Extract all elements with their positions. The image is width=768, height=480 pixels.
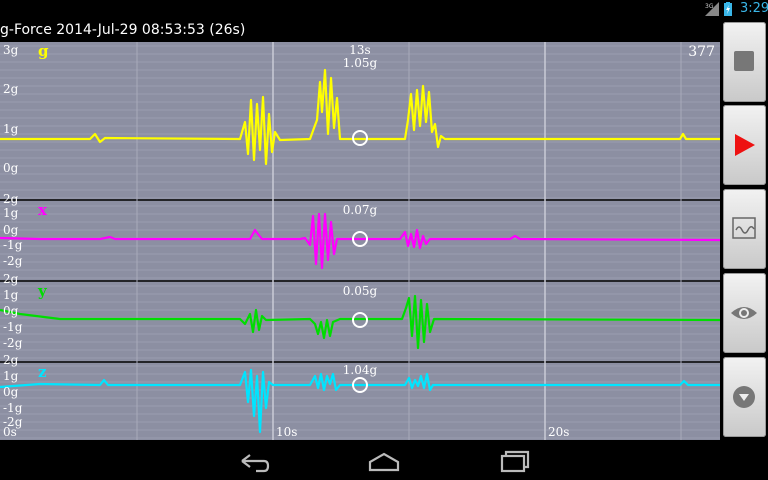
play-icon	[735, 134, 755, 156]
time-label-20s: 20s	[548, 425, 569, 439]
y-trace	[0, 294, 720, 350]
z-label: z	[38, 363, 47, 381]
chevron-down-circle-icon	[733, 386, 755, 408]
status-bar: 3G 3:29	[0, 0, 768, 19]
z-trace	[0, 368, 720, 434]
z-tick-m1: -1g	[3, 401, 23, 415]
z-value: 1.04g	[343, 363, 378, 377]
home-icon[interactable]	[360, 446, 408, 476]
battery-charging-icon	[724, 2, 732, 16]
gforce-plot[interactable]: 377 13s 3g 2g 1g 0g g 1.05g 2g 1g 0g -1g…	[0, 42, 720, 440]
y-value: 0.05g	[343, 284, 378, 298]
waveform-button[interactable]	[723, 189, 766, 269]
g-tick-3: 3g	[3, 43, 19, 57]
x-tick-2: 2g	[3, 192, 19, 206]
stop-button[interactable]	[723, 22, 766, 102]
y-tick-1: 1g	[3, 288, 19, 302]
plot-canvas: 377 13s 3g 2g 1g 0g g 1.05g 2g 1g 0g -1g…	[0, 42, 720, 440]
g-label: g	[38, 42, 49, 60]
x-tick-0: 0g	[3, 223, 19, 237]
eye-icon	[731, 307, 757, 319]
x-tick-m1: -1g	[3, 238, 23, 252]
g-value: 1.05g	[343, 56, 378, 70]
recording-title: g-Force 2014-Jul-29 08:53:53 (26s)	[0, 22, 246, 38]
menu-button[interactable]	[723, 357, 766, 437]
back-icon[interactable]	[230, 446, 278, 476]
x-value: 0.07g	[343, 203, 378, 217]
stop-icon	[734, 51, 754, 71]
x-tick-1: 1g	[3, 206, 19, 220]
cursor-time: 13s	[349, 43, 370, 57]
y-tick-0: 0g	[3, 304, 19, 318]
y-tick-2: 2g	[3, 272, 19, 286]
sample-counter: 377	[688, 44, 715, 60]
g-tick-1: 1g	[3, 122, 19, 136]
network-type: 3G	[705, 3, 714, 10]
navigation-bar	[0, 440, 768, 480]
clock: 3:29	[740, 1, 768, 16]
view-button[interactable]	[723, 273, 766, 353]
signal-icon: 3G	[705, 2, 719, 16]
y-tick-m2: -2g	[3, 336, 23, 350]
x-label: x	[38, 201, 48, 219]
z-tick-1: 1g	[3, 369, 19, 383]
y-tick-m1: -1g	[3, 320, 23, 334]
z-tick-0: 0g	[3, 385, 19, 399]
g-tick-2: 2g	[3, 82, 19, 96]
x-tick-m2: -2g	[3, 254, 23, 268]
time-label-10s: 10s	[276, 425, 297, 439]
play-button[interactable]	[723, 105, 766, 185]
y-label: y	[37, 282, 48, 300]
recents-icon[interactable]	[490, 446, 538, 476]
time-label-0s: 0s	[3, 425, 17, 439]
waveform-icon	[732, 217, 756, 239]
z-tick-2: 2g	[3, 353, 19, 367]
g-tick-0: 0g	[3, 161, 19, 175]
